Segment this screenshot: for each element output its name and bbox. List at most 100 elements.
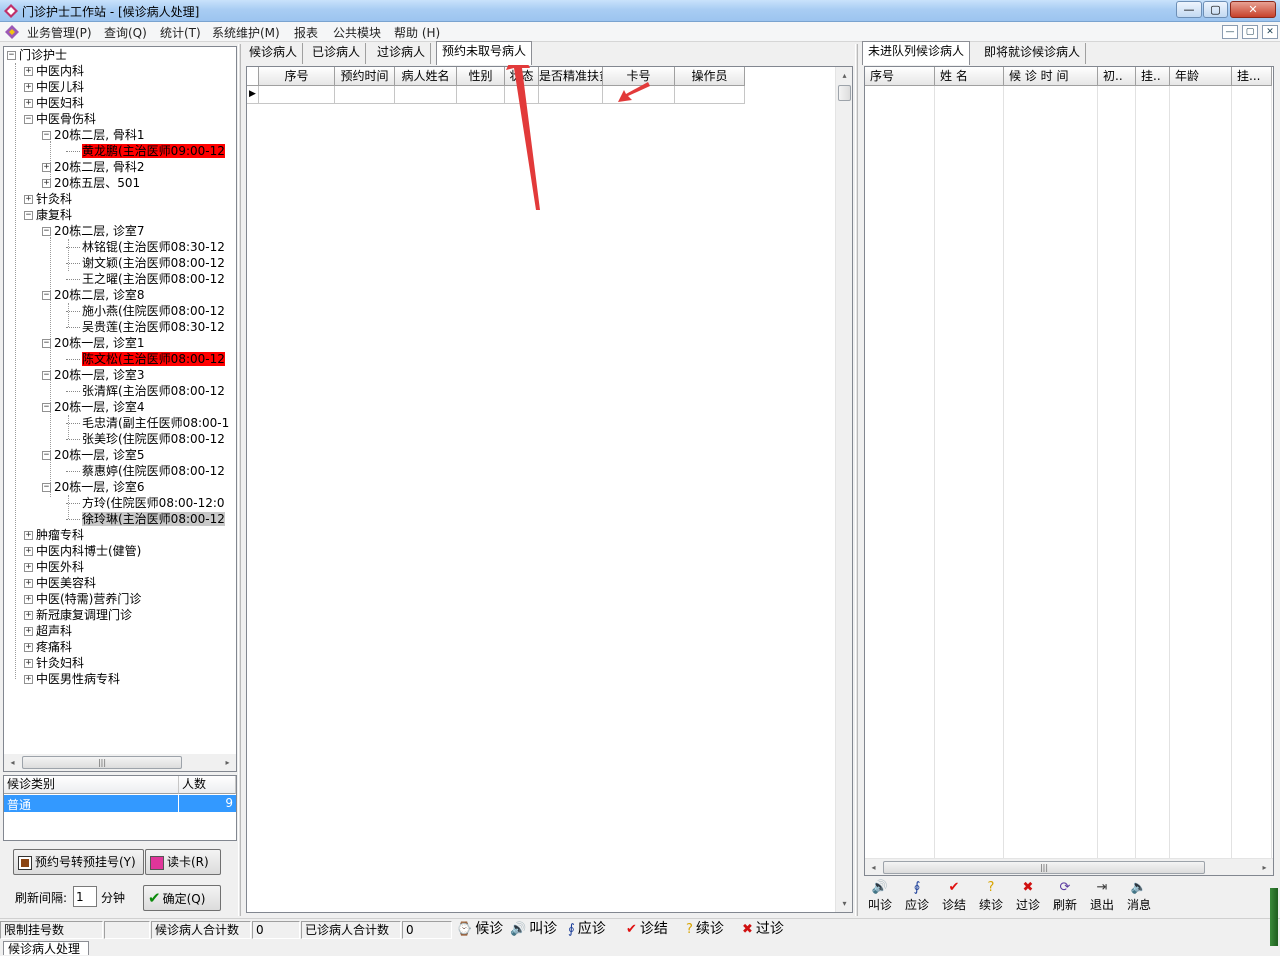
waiting-category-list[interactable]: 候诊类别 人数 普通 9 — [3, 775, 237, 841]
department-node[interactable]: −20栋二层, 骨科1 — [42, 127, 145, 143]
col-status-cell[interactable] — [505, 86, 539, 104]
toolbar-exit-button[interactable]: ⇥ 退出 — [1085, 880, 1119, 913]
expand-toggle-icon[interactable]: + — [24, 563, 33, 572]
tree-root[interactable]: − 门诊护士 — [7, 47, 67, 63]
expand-toggle-icon[interactable]: + — [24, 611, 33, 620]
right-splitter[interactable] — [855, 44, 858, 916]
department-node[interactable]: + 针灸科 — [24, 191, 72, 207]
department-node[interactable]: −20栋一层, 诊室4 — [42, 399, 145, 415]
department-node[interactable]: −20栋二层, 诊室8 — [42, 287, 145, 303]
doctor-node[interactable]: 陈文松(主治医师08:00-12 — [66, 351, 225, 367]
confirm-button[interactable]: ✔ 确定(Q) — [143, 885, 221, 911]
scroll-thumb[interactable]: ||| — [883, 861, 1205, 874]
toolbar-speaker-button[interactable]: 🔊 叫诊 — [863, 880, 897, 913]
expand-toggle-icon[interactable]: + — [24, 83, 33, 92]
col-patient-name-header[interactable]: 病人姓名 — [395, 67, 457, 86]
mdi-close-button[interactable]: ✕ — [1262, 25, 1278, 39]
close-button[interactable]: ✕ — [1230, 1, 1276, 18]
col-gender-header[interactable]: 性别 — [457, 67, 505, 86]
menu-query[interactable]: 查询(Q) — [104, 24, 147, 41]
col-seq-cell[interactable] — [259, 86, 335, 104]
tab-waiting-patients[interactable]: 候诊病人 — [244, 43, 304, 64]
doctor-node[interactable]: 谢文颖(主治医师08:00-12 — [66, 255, 225, 271]
menu-statistics[interactable]: 统计(T) — [160, 24, 201, 41]
menu-system[interactable]: 系统维护(M) — [212, 24, 280, 41]
expand-toggle-icon[interactable]: + — [24, 675, 33, 684]
doctor-node[interactable]: 施小燕(住院医师08:00-12 — [66, 303, 225, 319]
toolbar-refresh-button[interactable]: ⟳ 刷新 — [1048, 880, 1082, 913]
department-node[interactable]: + 中医儿科 — [24, 79, 84, 95]
category-header[interactable]: 候诊类别 — [4, 776, 179, 794]
category-row[interactable]: 普通 9 — [4, 795, 236, 812]
tab-unclaimed-appointments[interactable]: 预约未取号病人 — [436, 41, 533, 65]
col-seq-header[interactable]: 序号 — [865, 67, 935, 86]
department-node[interactable]: +20栋五层、501 — [42, 175, 140, 191]
convert-appointment-button[interactable]: 预约号转预挂号(Y) — [13, 849, 144, 875]
doctor-node[interactable]: 林铭锟(主治医师08:30-12 — [66, 239, 225, 255]
collapse-toggle-icon[interactable]: − — [42, 131, 51, 140]
expand-toggle-icon[interactable]: + — [24, 531, 33, 540]
doctor-node[interactable]: 王之曜(主治医师08:00-12 — [66, 271, 225, 287]
toolbar-question-button[interactable]: ? 续诊 — [974, 880, 1008, 913]
col-card-number-cell[interactable] — [603, 86, 675, 104]
collapse-toggle-icon[interactable]: − — [42, 403, 51, 412]
col-age-header[interactable]: 年龄 — [1170, 67, 1232, 86]
doctor-node[interactable]: 黄龙鹏(主治医师09:00-12 — [66, 143, 225, 159]
toolbar-check-button[interactable]: ✔ 诊结 — [937, 880, 971, 913]
department-node[interactable]: −20栋一层, 诊室6 — [42, 479, 145, 495]
expand-toggle-icon[interactable]: + — [42, 163, 51, 172]
toolbar-stethoscope-button[interactable]: ∮ 应诊 — [900, 880, 934, 913]
col-first-visit-header[interactable]: 初.. — [1098, 67, 1136, 86]
menu-business[interactable]: 业务管理(P) — [27, 24, 92, 41]
department-node[interactable]: +20栋二层, 骨科2 — [42, 159, 145, 175]
department-node[interactable]: + 针灸妇科 — [24, 655, 84, 671]
department-node[interactable]: + 新冠康复调理门诊 — [24, 607, 132, 623]
col-status-header[interactable]: 状态 — [505, 67, 539, 86]
department-node[interactable]: −20栋一层, 诊室5 — [42, 447, 145, 463]
col-seq-header[interactable]: 序号 — [259, 67, 335, 86]
department-node[interactable]: −20栋一层, 诊室3 — [42, 367, 145, 383]
expand-toggle-icon[interactable]: + — [24, 67, 33, 76]
expand-toggle-icon[interactable]: + — [42, 179, 51, 188]
doctor-node[interactable]: 张清辉(主治医师08:00-12 — [66, 383, 225, 399]
department-node[interactable]: + 肿瘤专科 — [24, 527, 84, 543]
expand-toggle-icon[interactable]: + — [24, 99, 33, 108]
scroll-right-icon[interactable]: ▸ — [219, 754, 236, 771]
expand-toggle-icon[interactable]: + — [24, 627, 33, 636]
department-node[interactable]: − 康复科 — [24, 207, 72, 223]
scroll-left-icon[interactable]: ◂ — [4, 754, 21, 771]
col-registration-type-header[interactable]: 挂... — [1232, 67, 1272, 86]
scroll-right-icon[interactable]: ▸ — [1256, 859, 1273, 876]
count-header[interactable]: 人数 — [179, 776, 236, 794]
collapse-toggle-icon[interactable]: − — [42, 339, 51, 348]
minimize-button[interactable]: — — [1176, 1, 1202, 18]
collapse-toggle-icon[interactable]: − — [42, 227, 51, 236]
mdi-minimize-button[interactable]: — — [1222, 25, 1238, 39]
col-wait-time-header[interactable]: 候 诊 时 间 — [1004, 67, 1098, 86]
col-appointment-time-cell[interactable] — [335, 86, 395, 104]
department-node[interactable]: + 中医(特需)营养门诊 — [24, 591, 141, 607]
collapse-toggle-icon[interactable]: − — [24, 211, 33, 220]
waiting-patient-grid[interactable]: 序号预约时间病人姓名性别状态是否精准扶贫卡号操作员 ▶ ▴ ▾ — [246, 66, 853, 913]
left-splitter[interactable] — [238, 44, 241, 916]
department-node[interactable]: + 超声科 — [24, 623, 72, 639]
collapse-toggle-icon[interactable]: − — [7, 51, 16, 60]
department-node[interactable]: −20栋一层, 诊室1 — [42, 335, 145, 351]
department-node[interactable]: −20栋二层, 诊室7 — [42, 223, 145, 239]
doctor-node[interactable]: 吴贵莲(主治医师08:30-12 — [66, 319, 225, 335]
grid-vertical-scrollbar[interactable]: ▴ ▾ — [835, 67, 852, 912]
col-card-number-header[interactable]: 卡号 — [603, 67, 675, 86]
doctor-node[interactable]: 毛忠清(副主任医师08:00-1 — [66, 415, 229, 431]
scroll-down-icon[interactable]: ▾ — [836, 895, 853, 912]
department-node[interactable]: + 疼痛科 — [24, 639, 72, 655]
department-tree[interactable]: − 门诊护士 + 中医内科 + 中医儿科 + 中医妇科 − 中医骨伤科 −20栋二层, 骨科1 黄龙鹏… — [3, 46, 237, 772]
collapse-toggle-icon[interactable]: − — [42, 451, 51, 460]
expand-toggle-icon[interactable]: + — [24, 659, 33, 668]
menu-help[interactable]: 帮助 (H) — [394, 24, 440, 41]
menu-reports[interactable]: 报表 — [294, 24, 318, 41]
resize-grip[interactable] — [1270, 888, 1278, 946]
scroll-up-icon[interactable]: ▴ — [836, 67, 853, 84]
expand-toggle-icon[interactable]: + — [24, 595, 33, 604]
tab-missed-patients[interactable]: 过诊病人 — [372, 43, 432, 64]
col-registration-header[interactable]: 挂.. — [1136, 67, 1170, 86]
